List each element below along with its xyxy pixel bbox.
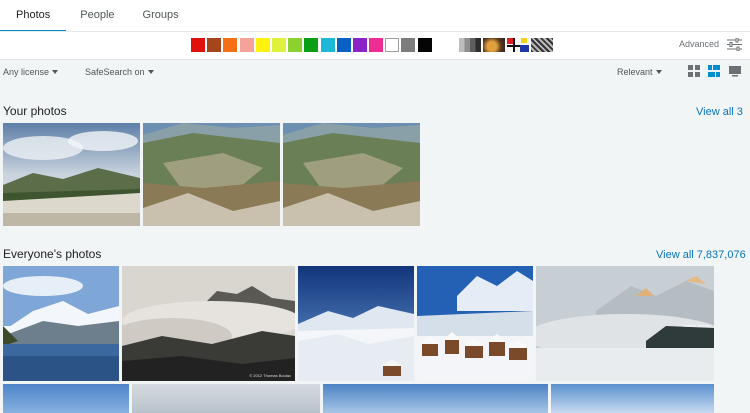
everyone-photo-4[interactable] (417, 266, 533, 381)
grid-small-icon[interactable] (688, 65, 700, 77)
chevron-down-icon (655, 70, 662, 74)
sort-dropdown[interactable]: Relevant (617, 67, 662, 77)
style-filter (459, 38, 555, 52)
your-photo-3[interactable] (283, 123, 420, 226)
safesearch-dropdown[interactable]: SafeSearch on (85, 67, 154, 77)
color-swatch[interactable] (320, 38, 335, 52)
photo-watermark: © 2012 Thomas Boulac (249, 373, 291, 378)
photo-watermark: Thomas Boulac (682, 323, 710, 328)
everyone-photo-7[interactable] (132, 384, 320, 413)
your-photos-title: Your photos (3, 104, 67, 118)
view-all-everyone-photos-link[interactable]: View all 7,837,076 (656, 249, 746, 261)
everyone-photos-title: Everyone's photos (3, 247, 102, 261)
patterns-icon[interactable] (531, 38, 553, 52)
color-swatch[interactable] (223, 38, 238, 52)
everyone-photo-9[interactable] (551, 384, 714, 413)
everyone-photo-3[interactable] (298, 266, 414, 381)
chevron-down-icon (147, 70, 154, 74)
grid-justified-icon[interactable] (708, 65, 720, 77)
minimalist-icon[interactable] (507, 38, 529, 52)
license-label: Any license (3, 67, 50, 77)
slideshow-icon[interactable] (729, 65, 741, 77)
depth-of-field-icon[interactable] (483, 38, 505, 52)
color-swatch[interactable] (207, 38, 222, 52)
everyone-photo-2[interactable]: © 2012 Thomas Boulac (122, 266, 295, 381)
everyone-photo-6[interactable] (3, 384, 129, 413)
color-swatch[interactable] (191, 38, 205, 52)
color-filter (191, 38, 434, 52)
color-swatch[interactable] (369, 38, 384, 52)
color-swatch[interactable] (401, 38, 416, 52)
tab-people[interactable]: People (66, 0, 128, 32)
color-swatch[interactable] (255, 38, 270, 52)
tab-photos[interactable]: Photos (0, 0, 67, 32)
color-swatch[interactable] (271, 38, 286, 52)
sliders-icon[interactable] (727, 38, 742, 51)
tab-divider (0, 31, 750, 32)
color-swatch[interactable] (336, 38, 351, 52)
search-header: Photos People Groups Advanced (0, 0, 750, 60)
chevron-down-icon (52, 70, 59, 74)
everyone-photo-5[interactable]: Thomas Boulac (536, 266, 714, 381)
color-swatch[interactable] (352, 38, 367, 52)
sort-label: Relevant (617, 67, 653, 77)
view-all-your-photos-link[interactable]: View all 3 (696, 106, 743, 118)
tab-groups[interactable]: Groups (129, 0, 193, 32)
black-and-white-icon[interactable] (459, 38, 481, 52)
your-photo-2[interactable] (143, 123, 280, 226)
search-tabs: Photos People Groups (0, 0, 193, 32)
license-dropdown[interactable]: Any license (3, 67, 59, 77)
your-photo-1[interactable] (3, 123, 140, 226)
color-swatch[interactable] (239, 38, 254, 52)
everyone-photo-1[interactable] (3, 266, 119, 381)
everyone-photo-8[interactable] (323, 384, 548, 413)
color-swatch[interactable] (417, 38, 432, 52)
advanced-link[interactable]: Advanced (679, 39, 719, 49)
color-swatch[interactable] (304, 38, 319, 52)
color-swatch[interactable] (385, 38, 400, 52)
safesearch-label: SafeSearch on (85, 67, 145, 77)
color-swatch[interactable] (288, 38, 303, 52)
